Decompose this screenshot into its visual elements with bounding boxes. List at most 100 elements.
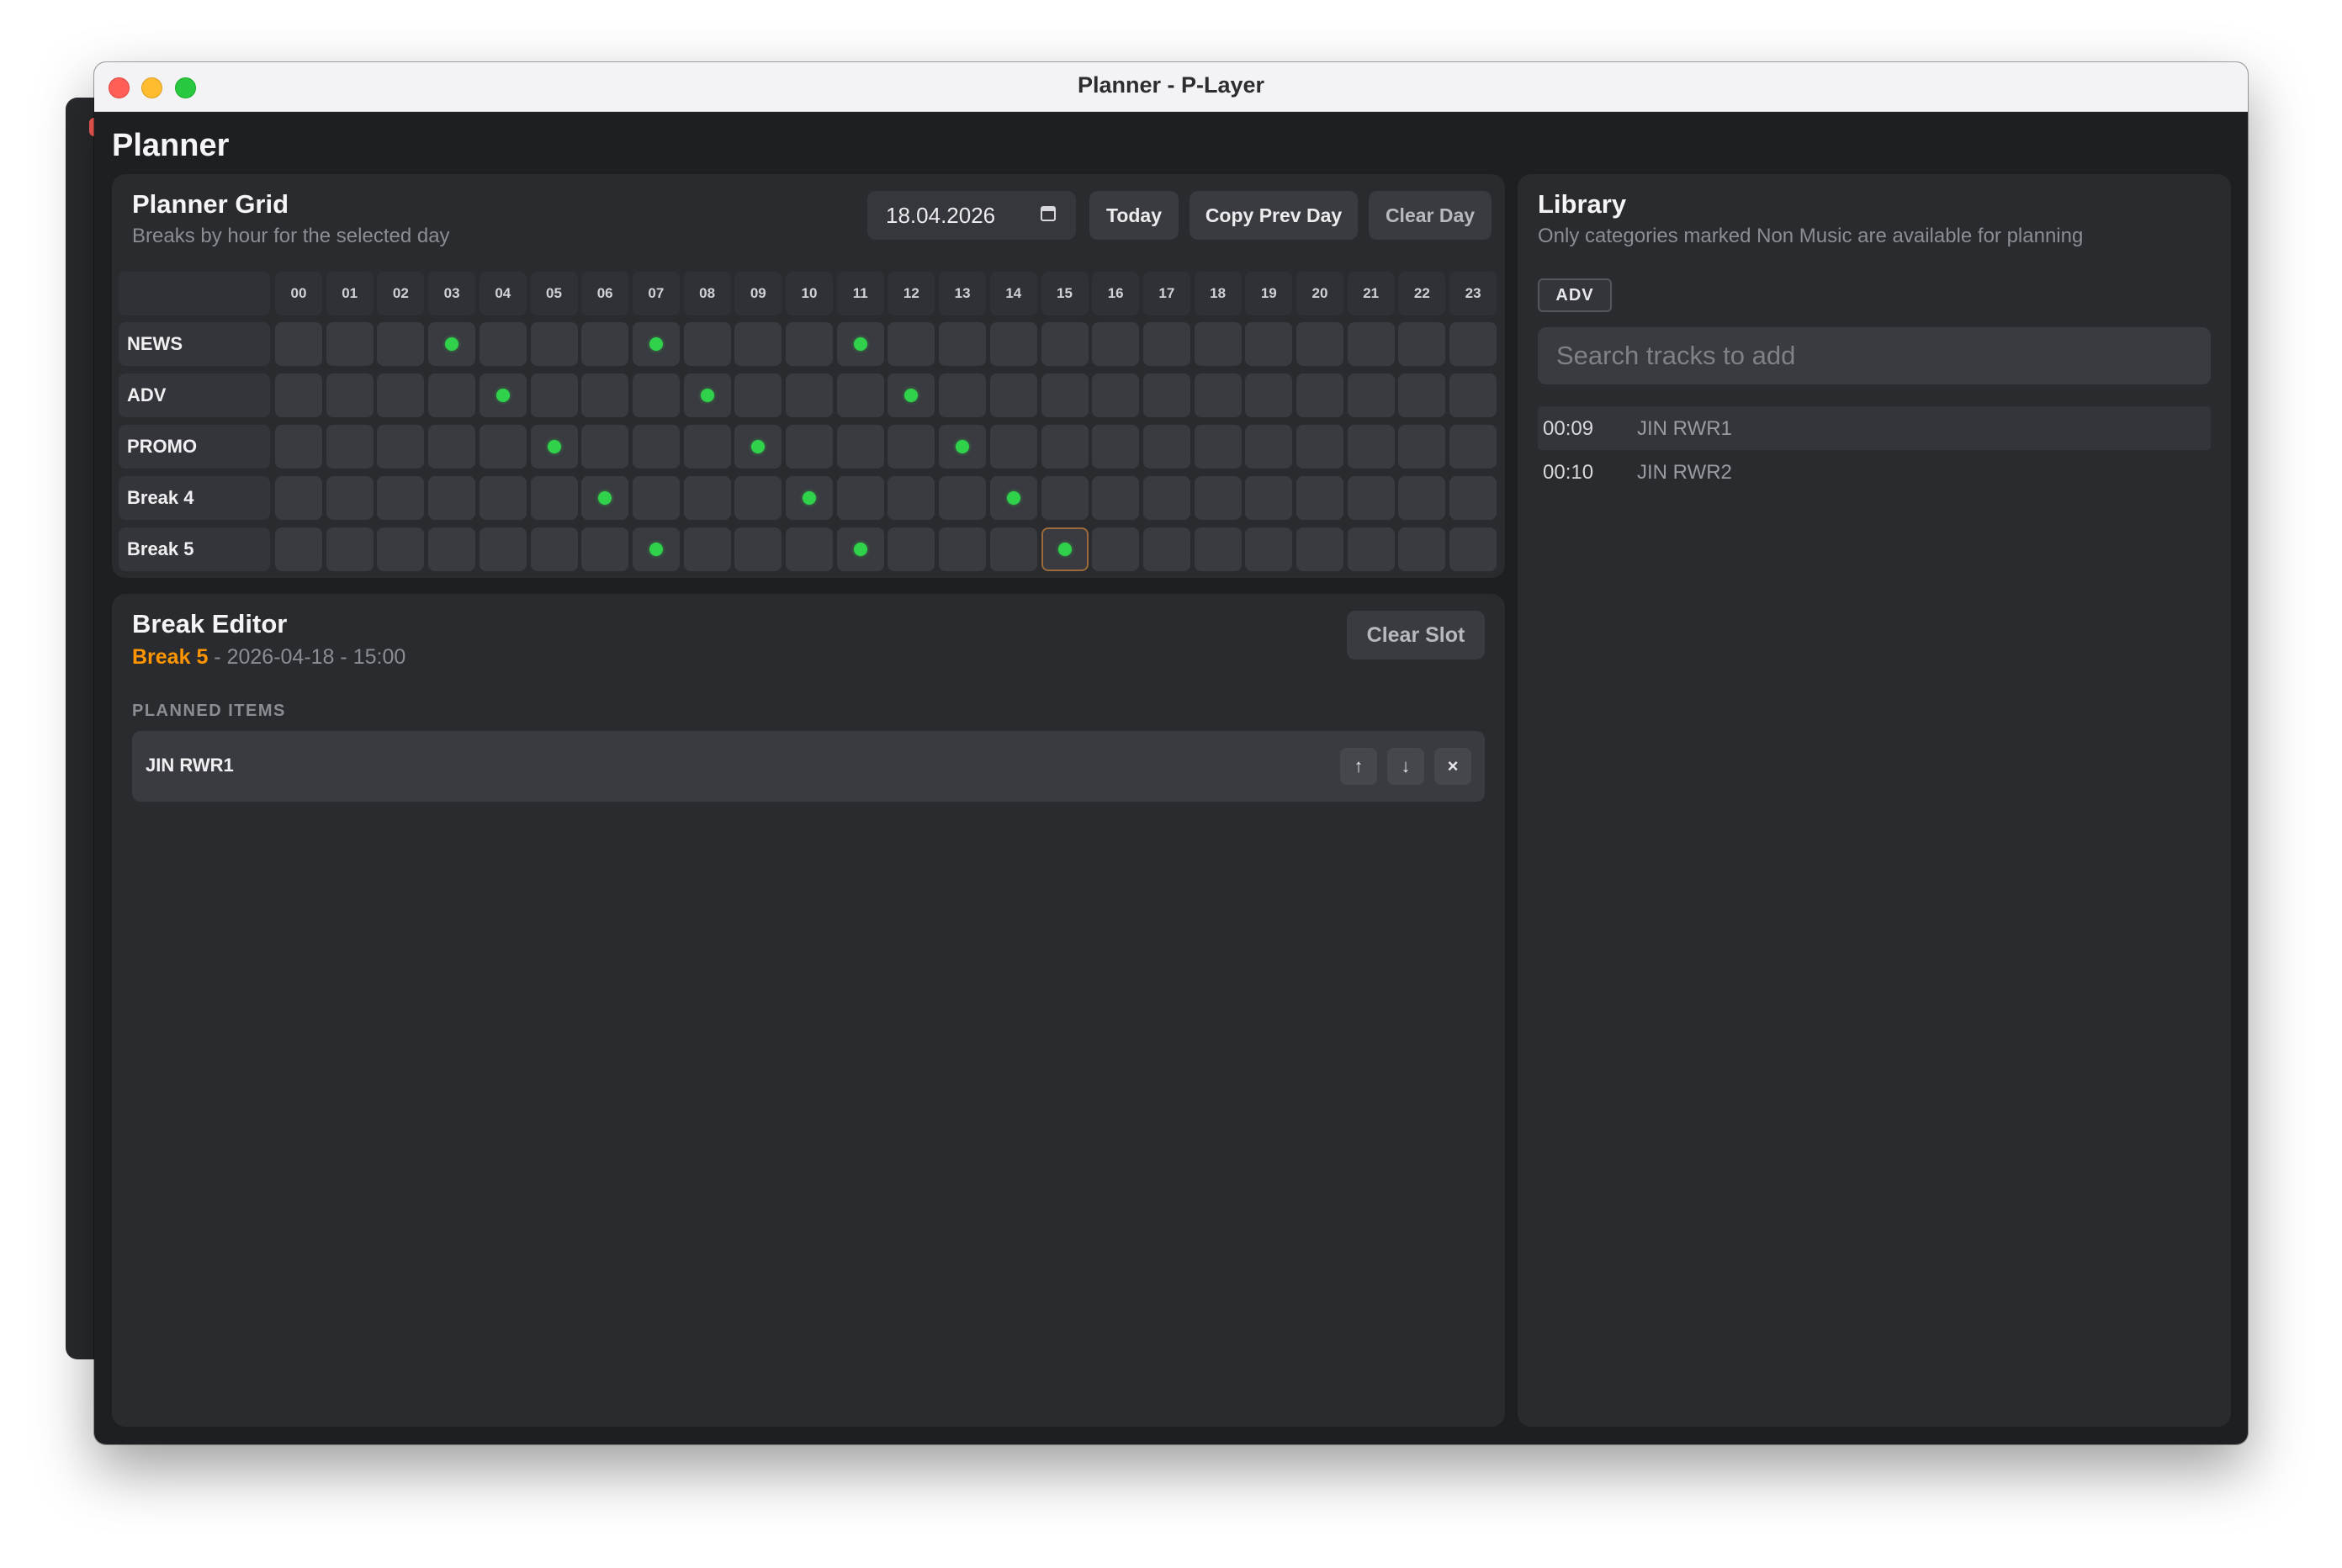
grid-cell[interactable] — [1041, 476, 1089, 520]
grid-cell[interactable] — [377, 322, 425, 366]
clear-slot-button[interactable]: Clear Slot — [1347, 611, 1485, 660]
grid-cell[interactable] — [1398, 322, 1446, 366]
grid-cell[interactable] — [581, 373, 629, 417]
category-tag-adv[interactable]: ADV — [1538, 278, 1612, 312]
grid-cell[interactable] — [734, 425, 782, 469]
grid-cell[interactable] — [479, 373, 527, 417]
grid-cell[interactable] — [1142, 322, 1190, 366]
grid-cell[interactable] — [836, 373, 884, 417]
grid-cell[interactable] — [1092, 476, 1140, 520]
grid-cell[interactable] — [888, 373, 935, 417]
grid-cell[interactable] — [888, 425, 935, 469]
grid-cell[interactable] — [1194, 373, 1242, 417]
grid-cell[interactable] — [632, 322, 680, 366]
grid-cell[interactable] — [275, 373, 322, 417]
grid-cell[interactable] — [734, 527, 782, 571]
grid-cell[interactable] — [683, 476, 731, 520]
grid-cell[interactable] — [632, 373, 680, 417]
grid-cell[interactable] — [479, 476, 527, 520]
grid-cell[interactable] — [1142, 425, 1190, 469]
library-track-row[interactable]: 00:09 JIN RWR1 — [1538, 406, 2211, 450]
grid-cell[interactable] — [989, 527, 1037, 571]
grid-cell[interactable] — [1041, 322, 1089, 366]
grid-cell[interactable] — [632, 476, 680, 520]
today-button[interactable]: Today — [1089, 191, 1179, 240]
grid-cell[interactable] — [1142, 373, 1190, 417]
grid-cell[interactable] — [581, 425, 629, 469]
grid-cell[interactable] — [428, 527, 476, 571]
grid-cell[interactable] — [1092, 527, 1140, 571]
grid-cell[interactable] — [888, 322, 935, 366]
grid-cell[interactable] — [479, 322, 527, 366]
grid-cell[interactable] — [734, 322, 782, 366]
grid-cell[interactable] — [1296, 527, 1343, 571]
grid-cell[interactable] — [1296, 425, 1343, 469]
clear-day-button[interactable]: Clear Day — [1369, 191, 1492, 240]
grid-cell[interactable] — [326, 322, 374, 366]
grid-cell[interactable] — [1194, 322, 1242, 366]
grid-cell[interactable] — [1245, 476, 1293, 520]
grid-cell[interactable] — [530, 425, 578, 469]
grid-cell[interactable] — [377, 527, 425, 571]
grid-cell[interactable] — [1142, 476, 1190, 520]
grid-cell[interactable] — [989, 425, 1037, 469]
grid-cell[interactable] — [1245, 373, 1293, 417]
grid-cell[interactable] — [275, 476, 322, 520]
grid-cell[interactable] — [581, 322, 629, 366]
grid-cell[interactable] — [581, 527, 629, 571]
grid-cell[interactable] — [275, 322, 322, 366]
grid-cell[interactable] — [479, 425, 527, 469]
grid-cell[interactable] — [1449, 322, 1497, 366]
grid-cell[interactable] — [989, 373, 1037, 417]
grid-cell[interactable] — [1449, 527, 1497, 571]
grid-cell[interactable] — [326, 425, 374, 469]
grid-cell[interactable] — [428, 373, 476, 417]
grid-cell[interactable] — [786, 322, 833, 366]
grid-cell[interactable] — [683, 425, 731, 469]
grid-cell[interactable] — [683, 373, 731, 417]
grid-cell[interactable] — [1347, 527, 1395, 571]
grid-cell[interactable] — [632, 527, 680, 571]
grid-cell[interactable] — [734, 476, 782, 520]
grid-cell[interactable] — [1296, 476, 1343, 520]
grid-cell[interactable] — [1245, 527, 1293, 571]
grid-cell[interactable] — [581, 476, 629, 520]
grid-cell[interactable] — [786, 527, 833, 571]
close-icon[interactable]: × — [1434, 748, 1471, 785]
library-track-row[interactable]: 00:10 JIN RWR2 — [1538, 450, 2211, 494]
grid-cell[interactable] — [939, 373, 987, 417]
grid-cell[interactable] — [939, 425, 987, 469]
arrow-down-icon[interactable]: ↓ — [1387, 748, 1424, 785]
grid-cell[interactable] — [1296, 322, 1343, 366]
grid-cell[interactable] — [1296, 373, 1343, 417]
search-tracks-input[interactable] — [1538, 327, 2211, 384]
grid-cell[interactable] — [1041, 425, 1089, 469]
grid-cell[interactable] — [326, 527, 374, 571]
calendar-icon[interactable] — [1041, 206, 1056, 221]
grid-cell[interactable] — [1449, 373, 1497, 417]
grid-cell[interactable] — [1245, 425, 1293, 469]
grid-cell[interactable] — [1245, 322, 1293, 366]
grid-cell[interactable] — [428, 322, 476, 366]
grid-cell[interactable] — [939, 476, 987, 520]
grid-cell[interactable] — [888, 527, 935, 571]
grid-cell[interactable] — [530, 322, 578, 366]
grid-cell[interactable] — [1398, 476, 1446, 520]
grid-cell[interactable] — [326, 373, 374, 417]
grid-cell[interactable] — [632, 425, 680, 469]
grid-cell[interactable] — [1142, 527, 1190, 571]
grid-cell[interactable] — [786, 425, 833, 469]
grid-cell[interactable] — [836, 425, 884, 469]
grid-cell[interactable] — [1194, 476, 1242, 520]
grid-cell[interactable] — [734, 373, 782, 417]
date-picker-input[interactable]: 18.04.2026 — [867, 191, 1076, 240]
grid-cell[interactable] — [1398, 527, 1446, 571]
grid-cell[interactable] — [1398, 425, 1446, 469]
grid-cell[interactable] — [479, 527, 527, 571]
grid-cell[interactable] — [377, 425, 425, 469]
grid-cell[interactable] — [1449, 425, 1497, 469]
grid-cell[interactable] — [275, 527, 322, 571]
grid-cell[interactable] — [428, 425, 476, 469]
grid-cell[interactable] — [939, 322, 987, 366]
arrow-up-icon[interactable]: ↑ — [1340, 748, 1377, 785]
